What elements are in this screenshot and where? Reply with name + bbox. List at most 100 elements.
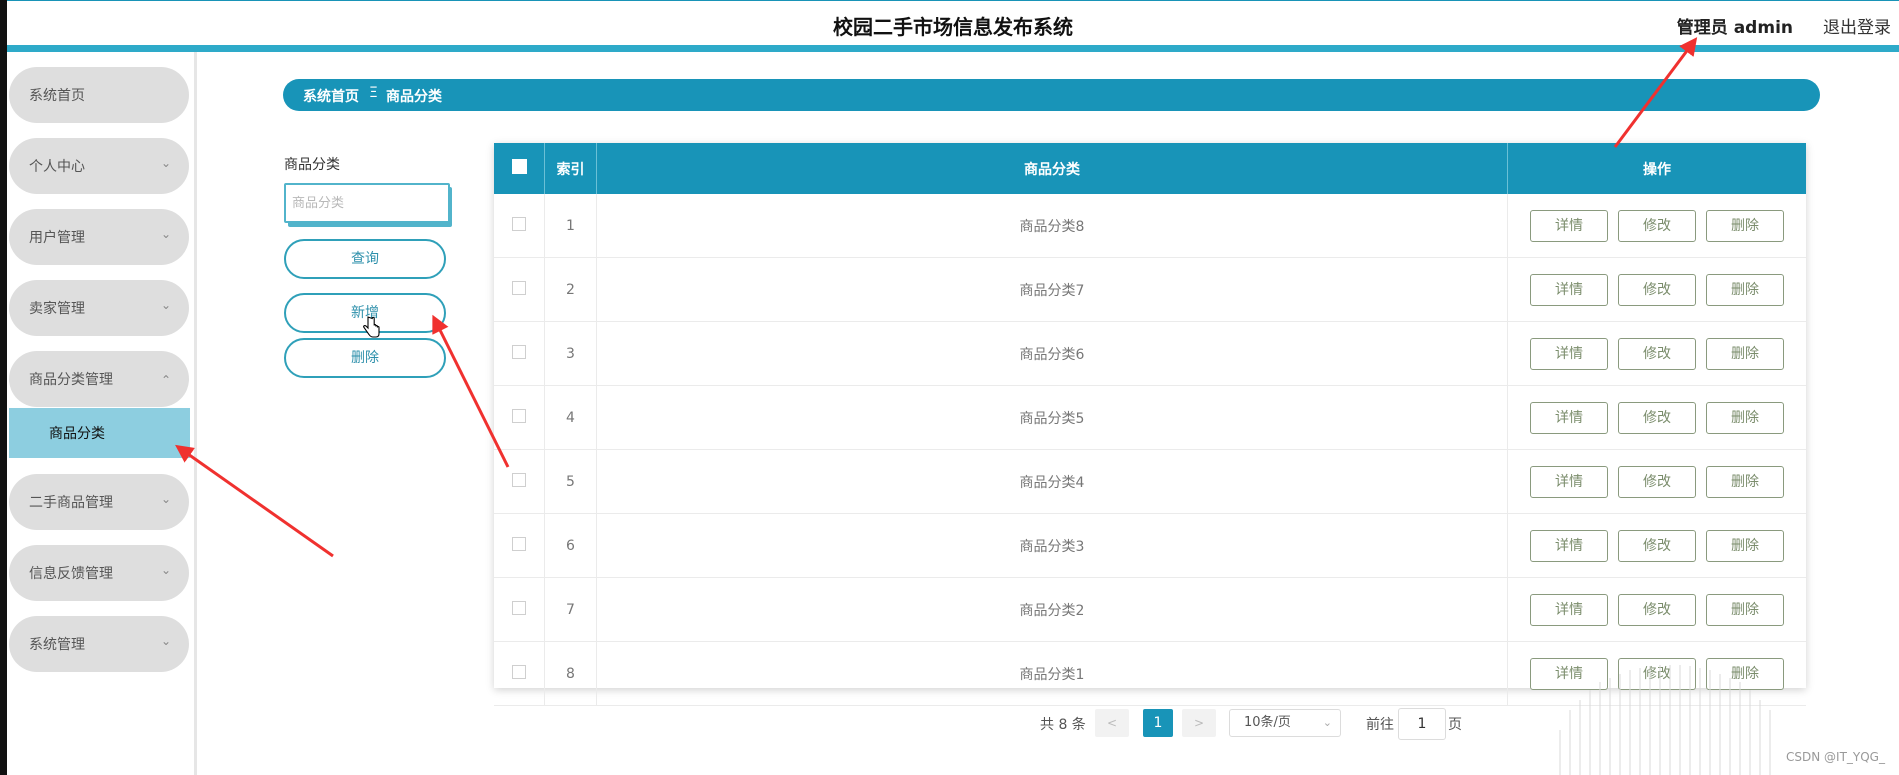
sidebar-item-secondhand-goods[interactable]: 二手商品管理 ⌄	[9, 474, 189, 530]
arrow-to-category-menu	[175, 444, 334, 558]
batch-delete-button[interactable]: 删除	[284, 338, 446, 378]
col-header-actions: 操作	[1507, 143, 1806, 194]
pagination-goto-input[interactable]	[1398, 708, 1446, 740]
row-select-cell	[494, 449, 545, 514]
sidebar-item-label: 信息反馈管理	[29, 566, 113, 582]
row-checkbox[interactable]	[512, 408, 526, 423]
delete-button[interactable]: 删除	[1706, 337, 1784, 370]
breadcrumb-current: 商品分类	[386, 89, 442, 105]
row-checkbox[interactable]	[512, 472, 526, 487]
chevron-down-icon: ⌄	[160, 634, 171, 648]
sidebar-item-system[interactable]: 系统管理 ⌄	[9, 616, 189, 672]
row-category: 商品分类1	[596, 641, 1508, 706]
edit-button[interactable]: 修改	[1618, 401, 1696, 434]
sidebar-item-users[interactable]: 用户管理 ⌄	[9, 209, 189, 265]
row-select-cell	[494, 513, 545, 578]
sidebar: 系统首页 个人中心 ⌄ 用户管理 ⌄ 卖家管理 ⌄ 商品分类管理 ⌃ 商品分类 …	[7, 52, 197, 775]
row-checkbox[interactable]	[512, 216, 526, 231]
logout-link[interactable]: 退出登录	[1823, 13, 1891, 38]
row-index: 1	[544, 194, 597, 258]
detail-button[interactable]: 详情	[1530, 593, 1608, 626]
search-label: 商品分类	[284, 157, 340, 173]
edit-button[interactable]: 修改	[1618, 209, 1696, 242]
row-actions: 详情 修改 删除	[1507, 577, 1806, 642]
sidebar-item-label: 个人中心	[29, 159, 85, 175]
col-header-index: 索引	[544, 143, 597, 194]
delete-button[interactable]: 删除	[1706, 401, 1784, 434]
detail-button[interactable]: 详情	[1530, 337, 1608, 370]
table-row: 4 商品分类5 详情 修改 删除	[494, 385, 1806, 450]
chevron-down-icon: ⌄	[160, 227, 171, 241]
row-category: 商品分类4	[596, 449, 1508, 514]
row-checkbox[interactable]	[512, 600, 526, 615]
table-row: 5 商品分类4 详情 修改 删除	[494, 449, 1806, 514]
page-size-select[interactable]: 10条/页 ⌄	[1229, 709, 1341, 737]
query-button[interactable]: 查询	[284, 239, 446, 279]
detail-button[interactable]: 详情	[1530, 273, 1608, 306]
sidebar-item-profile[interactable]: 个人中心 ⌄	[9, 138, 189, 194]
table-row: 2 商品分类7 详情 修改 删除	[494, 257, 1806, 322]
row-index: 6	[544, 513, 597, 578]
pagination-next-button[interactable]: >	[1182, 709, 1216, 737]
row-index: 5	[544, 449, 597, 514]
pagination-prev-button[interactable]: <	[1095, 709, 1129, 737]
pagination-total: 共 8 条	[1040, 717, 1086, 733]
row-checkbox[interactable]	[512, 280, 526, 295]
edit-button[interactable]: 修改	[1618, 337, 1696, 370]
row-category: 商品分类6	[596, 321, 1508, 386]
row-select-cell	[494, 257, 545, 322]
edit-button[interactable]: 修改	[1618, 465, 1696, 498]
delete-button[interactable]: 删除	[1706, 273, 1784, 306]
row-category: 商品分类8	[596, 194, 1508, 258]
table-row: 6 商品分类3 详情 修改 删除	[494, 513, 1806, 578]
select-all-checkbox[interactable]	[511, 159, 527, 174]
row-checkbox[interactable]	[512, 664, 526, 679]
detail-button[interactable]: 详情	[1530, 209, 1608, 242]
sidebar-item-category-management[interactable]: 商品分类管理 ⌃	[9, 351, 189, 407]
delete-button[interactable]: 删除	[1706, 465, 1784, 498]
sidebar-item-sellers[interactable]: 卖家管理 ⌄	[9, 280, 189, 336]
row-category: 商品分类3	[596, 513, 1508, 578]
table-row: 7 商品分类2 详情 修改 删除	[494, 577, 1806, 642]
row-select-cell	[494, 194, 545, 258]
detail-button[interactable]: 详情	[1530, 401, 1608, 434]
sidebar-item-label: 用户管理	[29, 230, 85, 246]
row-index: 3	[544, 321, 597, 386]
pagination-page-1[interactable]: 1	[1143, 709, 1173, 737]
header-accent-bar	[7, 45, 1899, 52]
row-select-cell	[494, 321, 545, 386]
edit-button[interactable]: 修改	[1618, 273, 1696, 306]
category-search-input[interactable]	[284, 183, 450, 223]
col-header-category: 商品分类	[596, 143, 1508, 194]
sidebar-item-feedback[interactable]: 信息反馈管理 ⌄	[9, 545, 189, 601]
sidebar-item-label: 卖家管理	[29, 301, 85, 317]
chevron-down-icon: ⌄	[1322, 716, 1332, 729]
chevron-down-icon: ⌄	[160, 492, 171, 506]
edit-button[interactable]: 修改	[1618, 529, 1696, 562]
delete-button[interactable]: 删除	[1706, 593, 1784, 626]
sidebar-item-home[interactable]: 系统首页	[9, 67, 189, 123]
row-actions: 详情 修改 删除	[1507, 321, 1806, 386]
edit-button[interactable]: 修改	[1618, 593, 1696, 626]
row-select-cell	[494, 641, 545, 706]
breadcrumb-home[interactable]: 系统首页	[303, 86, 359, 106]
detail-button[interactable]: 详情	[1530, 529, 1608, 562]
page-size-value: 10条/页	[1244, 715, 1291, 730]
header: 校园二手市场信息发布系统 管理员 admin 退出登录	[7, 0, 1899, 47]
row-checkbox[interactable]	[512, 344, 526, 359]
chevron-up-icon: ⌃	[160, 373, 171, 387]
delete-button[interactable]: 删除	[1706, 529, 1784, 562]
table-row: 3 商品分类6 详情 修改 删除	[494, 321, 1806, 386]
row-select-cell	[494, 385, 545, 450]
left-edge-strip	[0, 0, 7, 775]
row-actions: 详情 修改 删除	[1507, 194, 1806, 258]
hand-cursor-icon	[363, 316, 380, 338]
detail-button[interactable]: 详情	[1530, 465, 1608, 498]
row-actions: 详情 修改 删除	[1507, 257, 1806, 322]
page-title: 校园二手市场信息发布系统	[833, 15, 1073, 39]
delete-button[interactable]: 删除	[1706, 209, 1784, 242]
table-row: 1 商品分类8 详情 修改 删除	[494, 194, 1806, 258]
sidebar-subitem-category[interactable]: 商品分类	[9, 408, 190, 458]
row-checkbox[interactable]	[512, 536, 526, 551]
row-actions: 详情 修改 删除	[1507, 385, 1806, 450]
